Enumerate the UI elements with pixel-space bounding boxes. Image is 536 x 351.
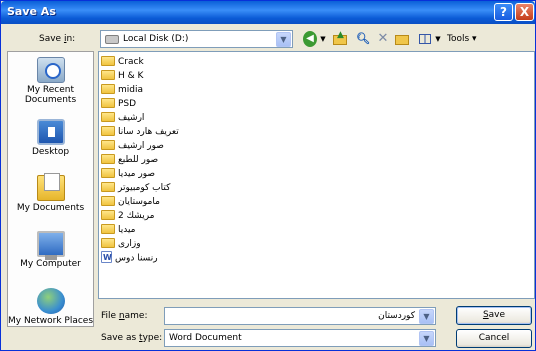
list-item[interactable]: رنسنا دوس — [101, 251, 158, 265]
list-item[interactable]: PSD — [101, 97, 136, 111]
tools-menu-button[interactable]: Tools ▾ — [447, 31, 483, 47]
folder-icon — [101, 125, 115, 136]
list-item[interactable]: Crack — [101, 55, 144, 69]
views-dropdown-icon[interactable]: ▼ — [434, 31, 442, 47]
back-button[interactable]: ◀ — [303, 31, 317, 47]
place-label: Desktop — [31, 147, 70, 157]
place-my-recent-documents[interactable]: My Recent Documents — [8, 57, 93, 105]
file-name-value: كوردستان — [378, 311, 415, 321]
list-item[interactable]: ارشيف — [101, 111, 144, 125]
folder-icon — [101, 97, 115, 108]
list-item[interactable]: صور للطبع — [101, 153, 158, 167]
folder-icon — [101, 55, 115, 66]
desktop-icon — [36, 119, 65, 145]
folder-icon — [101, 223, 115, 234]
cancel-button[interactable]: Cancel — [456, 329, 532, 348]
search-web-button[interactable]: 🔍︎ — [355, 31, 371, 47]
place-label: My Network Places — [8, 316, 94, 326]
list-item[interactable]: كتاب كومبيوتر — [101, 181, 170, 195]
folder-icon — [101, 153, 115, 164]
save-as-type-label: Save as type: — [101, 333, 163, 343]
views-button[interactable] — [417, 31, 433, 47]
file-name-label: File name: — [101, 311, 148, 321]
chevron-down-icon[interactable]: ▼ — [276, 32, 291, 47]
delete-button[interactable]: ✕ — [376, 31, 390, 47]
list-item[interactable]: تعريف هارد سانا — [101, 125, 179, 139]
folder-icon — [101, 237, 115, 248]
save-as-type-value: Word Document — [169, 333, 242, 343]
save-in-dropdown[interactable]: Local Disk (D:) ▼ — [100, 30, 293, 48]
save-as-dialog: Save As ? X Save in: Local Disk (D:) ▼ ◀… — [0, 0, 536, 351]
list-item[interactable]: صور ارشيف — [101, 139, 164, 153]
save-in-label: Save in: — [39, 34, 76, 44]
my-documents-icon — [36, 173, 65, 201]
chevron-down-icon[interactable]: ▼ — [419, 309, 434, 324]
place-label: My Recent Documents — [24, 85, 77, 105]
local-disk-icon — [105, 35, 119, 44]
save-as-type-select[interactable]: Word Document ▼ — [164, 329, 436, 347]
folder-icon — [101, 139, 115, 150]
folder-icon — [101, 83, 115, 94]
place-my-network-places[interactable]: My Network Places — [8, 288, 93, 326]
help-button[interactable]: ? — [494, 3, 513, 21]
list-item[interactable]: مريشك 2 — [101, 209, 155, 223]
file-name-field[interactable]: كوردستان ▼ — [164, 307, 436, 325]
chevron-down-icon[interactable]: ▼ — [419, 331, 434, 346]
list-item[interactable]: صور ميديا — [101, 167, 155, 181]
place-my-computer[interactable]: My Computer — [8, 231, 93, 269]
save-button[interactable]: Save — [456, 306, 532, 325]
close-button[interactable]: X — [515, 3, 534, 21]
recent-documents-icon — [36, 57, 65, 83]
folder-icon — [101, 167, 115, 178]
place-label: My Computer — [20, 259, 81, 269]
my-computer-icon — [36, 231, 65, 260]
folder-icon — [101, 195, 115, 206]
window-title: Save As — [7, 5, 56, 18]
up-one-level-button[interactable]: ▲ — [332, 31, 348, 47]
word-document-icon — [101, 251, 112, 264]
list-item[interactable]: midia — [101, 83, 143, 97]
new-folder-icon — [395, 35, 409, 45]
create-new-folder-button[interactable] — [394, 31, 410, 47]
folder-icon — [101, 181, 115, 192]
back-dropdown-icon[interactable]: ▼ — [319, 31, 327, 47]
views-icon — [419, 34, 431, 44]
folder-icon — [101, 111, 115, 122]
list-item[interactable]: H & K — [101, 69, 143, 83]
folder-icon — [101, 209, 115, 220]
place-desktop[interactable]: Desktop — [8, 119, 93, 157]
title-bar[interactable]: Save As ? X — [1, 1, 535, 24]
network-places-icon — [36, 288, 65, 314]
list-item[interactable]: ماموستايان — [101, 195, 160, 209]
folder-icon — [101, 69, 115, 80]
places-bar: My Recent Documents Desktop My Documents… — [7, 51, 94, 327]
file-list[interactable]: Crack H & K midia PSD ارشيف تعريف هارد س… — [98, 51, 535, 299]
place-my-documents[interactable]: My Documents — [8, 173, 93, 213]
list-item[interactable]: ميديا — [101, 223, 136, 237]
list-item[interactable]: وزارى — [101, 237, 141, 251]
place-label: My Documents — [16, 203, 85, 213]
save-in-location: Local Disk (D:) — [123, 34, 189, 44]
